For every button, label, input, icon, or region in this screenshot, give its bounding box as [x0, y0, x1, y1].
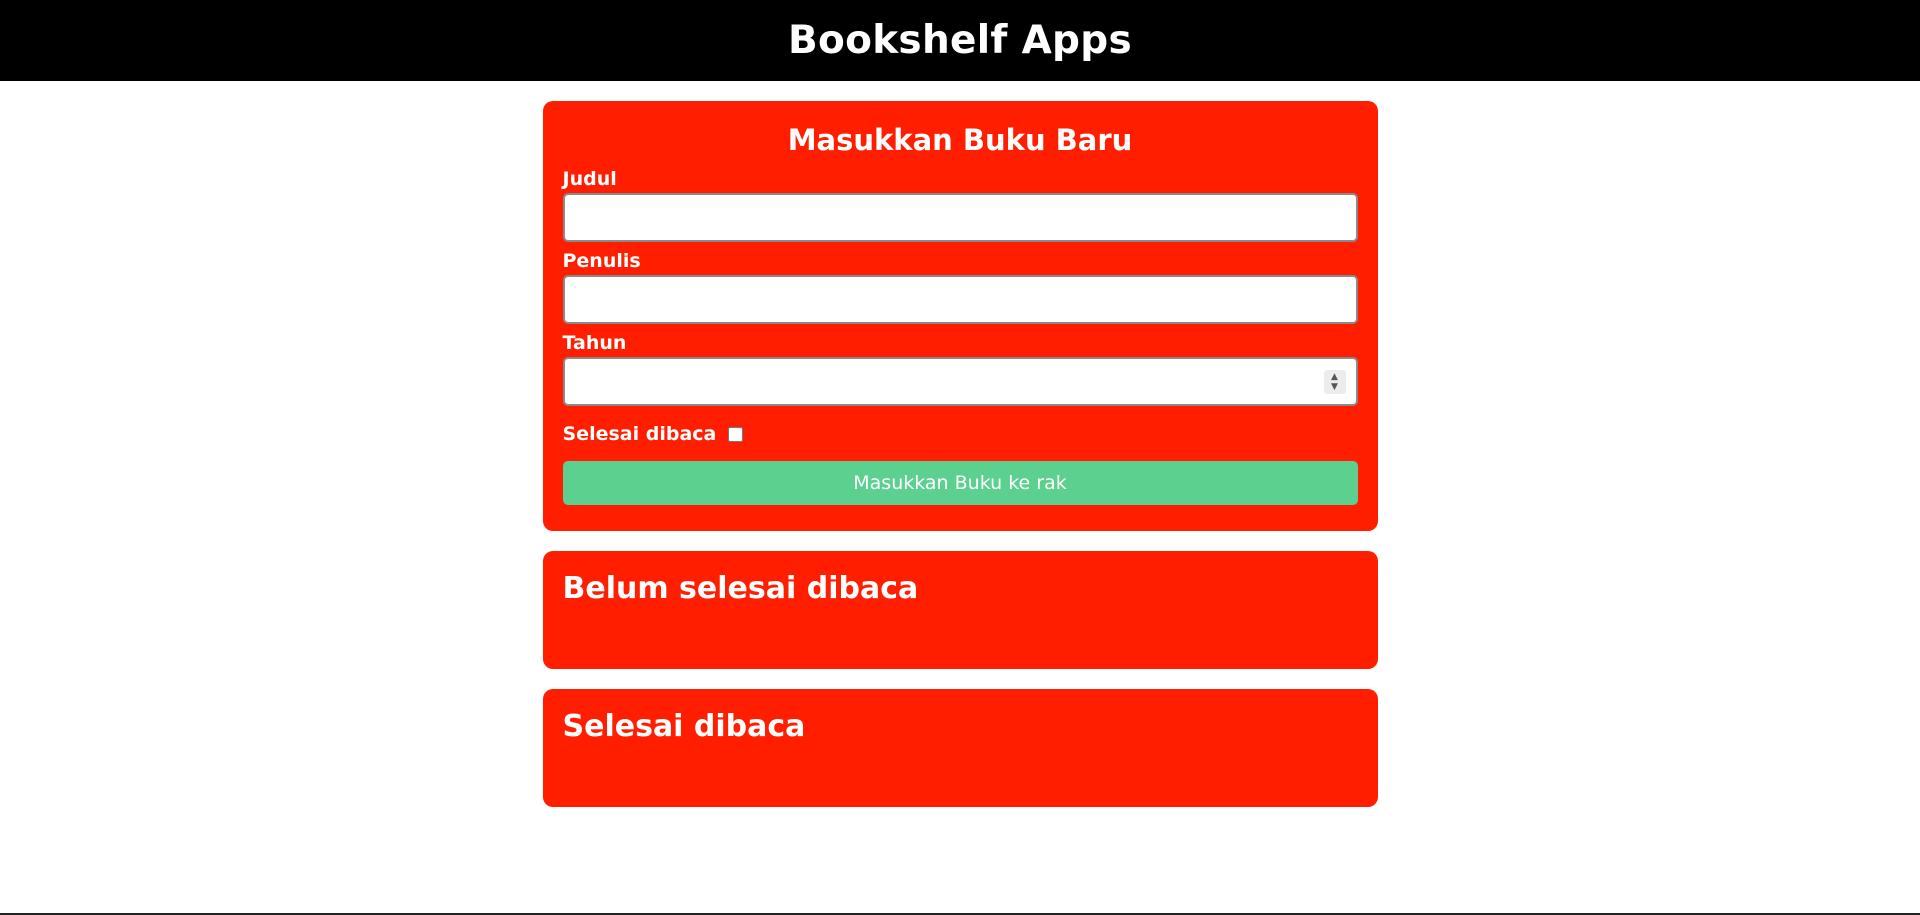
submit-book-button[interactable]: Masukkan Buku ke rak	[562, 461, 1358, 505]
author-input[interactable]	[562, 275, 1358, 324]
completed-checkbox-row: Selesai dibaca	[563, 422, 1358, 446]
author-label: Penulis	[562, 250, 641, 272]
app-header: Bookshelf Apps	[0, 0, 1920, 81]
title-input[interactable]	[562, 193, 1358, 242]
chevron-up-icon[interactable]: ▲	[1331, 372, 1338, 382]
input-book-section: Masukkan Buku Baru Judul Penulis Tahun ▲…	[542, 101, 1378, 531]
incomplete-shelf-title: Belum selesai dibaca	[562, 571, 919, 606]
completed-checkbox[interactable]	[728, 426, 744, 442]
year-field-group: Tahun ▲ ▼	[562, 332, 1358, 406]
year-input[interactable]: ▲ ▼	[562, 357, 1358, 406]
author-field-group: Penulis	[562, 250, 1358, 324]
input-section-title: Masukkan Buku Baru	[787, 123, 1133, 157]
complete-book-list	[563, 745, 1358, 765]
year-spinner[interactable]: ▲ ▼	[1323, 370, 1346, 394]
complete-bookshelf: Selesai dibaca	[542, 689, 1378, 807]
title-label: Judul	[562, 168, 617, 190]
chevron-down-icon[interactable]: ▼	[1331, 382, 1338, 392]
title-field-group: Judul	[562, 168, 1358, 242]
year-label: Tahun	[562, 332, 627, 354]
app-title: Bookshelf Apps	[787, 18, 1133, 63]
completed-label: Selesai dibaca	[562, 423, 717, 445]
main-content: Masukkan Buku Baru Judul Penulis Tahun ▲…	[542, 101, 1378, 807]
incomplete-book-list	[563, 607, 1358, 627]
complete-shelf-title: Selesai dibaca	[562, 709, 806, 744]
incomplete-bookshelf: Belum selesai dibaca	[542, 551, 1378, 669]
